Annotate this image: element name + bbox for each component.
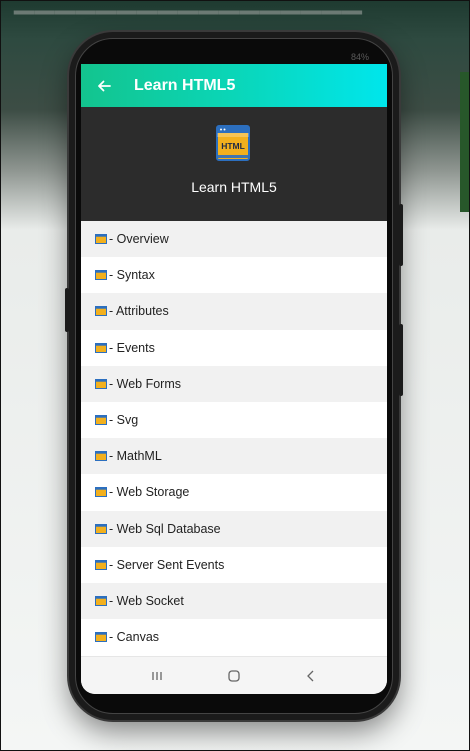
back-button[interactable] (81, 64, 127, 107)
list-item[interactable]: - Events (81, 329, 387, 366)
phone-side-button (65, 288, 69, 332)
html-file-icon (95, 378, 107, 389)
list-item[interactable]: - Server Sent Events (81, 546, 387, 583)
html-file-icon (95, 451, 107, 462)
recent-apps-button[interactable] (137, 661, 177, 691)
chevron-left-icon (306, 670, 314, 681)
html-file-icon (95, 632, 107, 643)
html-file-icon (95, 595, 107, 606)
list-item-label: - Attributes (109, 304, 169, 319)
background-ghost-title: ▁▁▁▁▁▁▁▁▁▁▁▁▁▁▁▁▁ (14, 0, 362, 15)
html-file-icon (95, 559, 107, 570)
list-item[interactable]: - Canvas (81, 619, 387, 656)
list-item-label: - Events (109, 340, 155, 355)
app-screen: Learn HTML5 HTML Learn HTML5 - Overview -… (81, 64, 387, 694)
list-item[interactable]: - Attributes (81, 293, 387, 330)
list-item[interactable]: - Syntax (81, 257, 387, 294)
list-item[interactable]: - Web Forms (81, 365, 387, 402)
system-nav-bar (81, 656, 387, 694)
html-file-icon (95, 342, 107, 353)
recent-apps-icon (152, 671, 162, 680)
list-item[interactable]: - MathML (81, 438, 387, 475)
svg-text:HTML: HTML (221, 141, 245, 151)
html-file-icon (95, 306, 107, 317)
list-item-label: - Web Socket (109, 593, 184, 608)
topic-list: - Overview - Syntax - Attributes - Events - … (81, 221, 387, 656)
list-item-label: - Web Sql Database (109, 521, 221, 536)
list-item[interactable]: - Web Storage (81, 474, 387, 511)
phone-side-button (399, 324, 403, 396)
html-file-icon: HTML (216, 125, 250, 161)
battery-status: 84% (350, 52, 369, 62)
list-item-label: - Syntax (109, 268, 155, 283)
list-item-label: - Svg (109, 413, 139, 428)
list-item-label: - Web Storage (109, 485, 190, 500)
html-file-icon (95, 523, 107, 534)
html-file-icon (95, 415, 107, 426)
phone-side-button (399, 204, 403, 266)
list-item-label: - Canvas (109, 630, 160, 645)
list-item[interactable]: - Web Socket (81, 582, 387, 620)
list-item[interactable]: - Overview (81, 221, 387, 258)
list-item-label: - Server Sent Events (109, 557, 225, 572)
course-header: HTML Learn HTML5 (81, 107, 387, 221)
html-file-icon (95, 234, 107, 245)
home-icon (228, 669, 240, 682)
list-item-label: - Overview (109, 232, 169, 247)
home-button[interactable] (214, 661, 254, 691)
list-item[interactable]: - Web Sql Database (81, 510, 387, 547)
background-side-strip (460, 72, 470, 212)
app-bar-title: Learn HTML5 (134, 76, 236, 94)
arrow-left-icon (98, 80, 111, 91)
app-bar: Learn HTML5 (81, 64, 387, 107)
nav-back-button[interactable] (291, 661, 331, 691)
course-title: Learn HTML5 (191, 179, 277, 195)
list-item[interactable]: - Svg (81, 401, 387, 439)
html-file-icon (95, 487, 107, 498)
list-item-label: - Web Forms (109, 376, 181, 391)
list-item-label: - MathML (109, 449, 162, 464)
html-file-icon (95, 270, 107, 281)
